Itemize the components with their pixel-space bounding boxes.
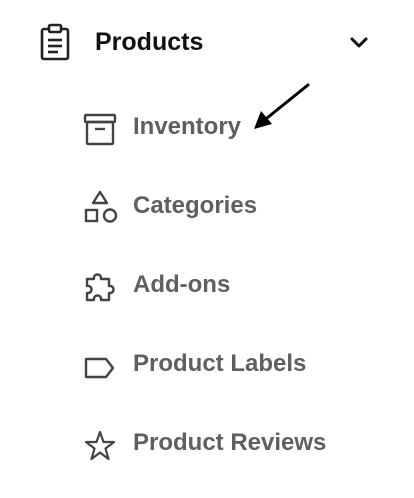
arrow-pointer-icon [245,78,317,140]
archive-box-icon [80,109,120,149]
puzzle-icon [80,267,120,307]
products-section-header[interactable]: Products [0,18,414,66]
products-section-title: Products [95,28,204,56]
nav-item-label: Product Labels [133,350,307,377]
nav-item-label: Categories [133,192,258,219]
shapes-icon [80,188,120,228]
products-menu: Products Inventory Categories Add-ons Pr… [0,0,414,498]
nav-item-label: Inventory [133,113,242,140]
nav-item-label: Product Reviews [133,429,327,456]
chevron-down-icon[interactable] [348,32,370,52]
nav-item-add-ons[interactable]: Add-ons [0,259,414,315]
nav-item-label: Add-ons [133,271,231,298]
clipboard-icon [38,22,74,62]
nav-item-product-reviews[interactable]: Product Reviews [0,417,414,473]
tag-icon [80,346,120,386]
star-icon [80,425,120,465]
nav-item-product-labels[interactable]: Product Labels [0,338,414,394]
nav-item-categories[interactable]: Categories [0,180,414,236]
nav-item-inventory[interactable]: Inventory [0,101,414,157]
